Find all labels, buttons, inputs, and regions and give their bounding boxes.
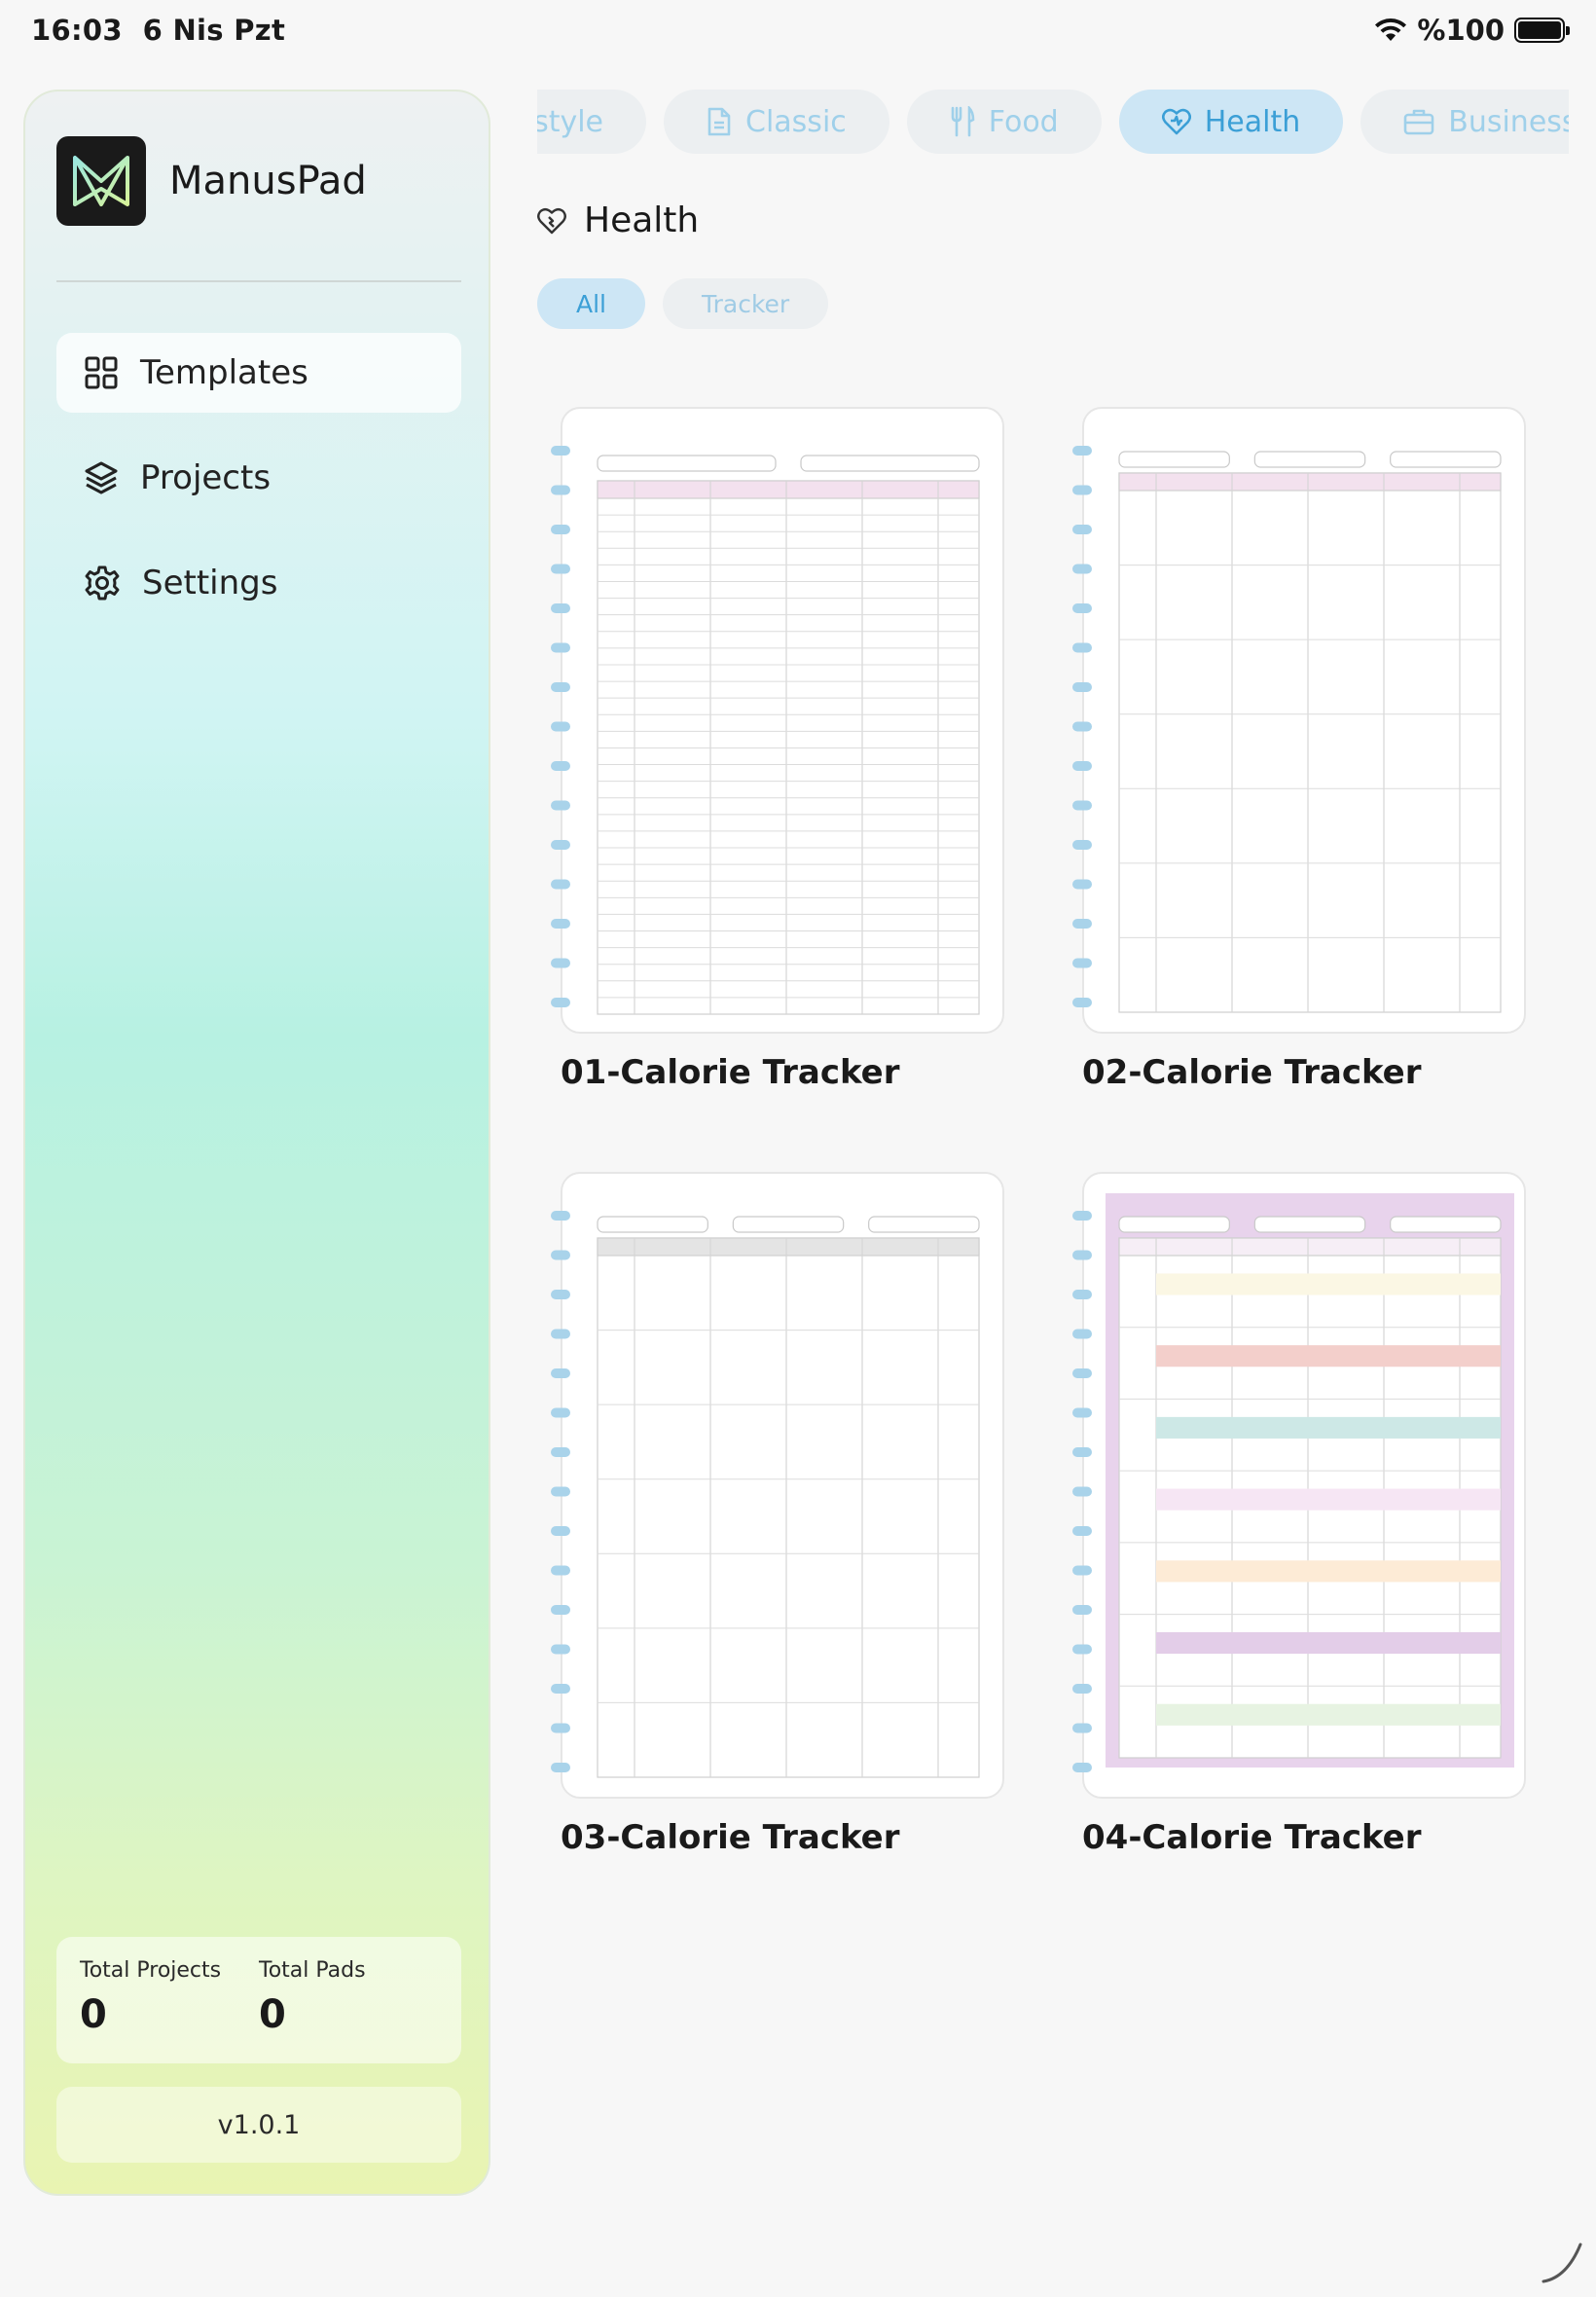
heart-pulse-icon: [1161, 108, 1191, 135]
category-label: Health: [1204, 104, 1301, 139]
category-bar: Lifestyle Classic Food Health Busin: [537, 90, 1569, 156]
template-title: 02-Calorie Tracker: [1082, 1053, 1422, 1092]
template-title: 04-Calorie Tracker: [1082, 1818, 1422, 1857]
template-thumbnail: [1072, 1172, 1526, 1799]
category-label: Lifestyle: [537, 104, 604, 139]
section-title-text: Health: [584, 201, 700, 240]
status-time: 16:03 6 Nis Pzt: [31, 14, 285, 47]
gear-icon: [85, 565, 120, 601]
template-preview: [551, 1211, 980, 1778]
category-chip-health[interactable]: Health: [1118, 90, 1344, 154]
sidebar-item-label: Projects: [140, 458, 272, 497]
sidebar: ManusPad Templates Projects Settings Tot…: [23, 90, 490, 2196]
status-date: 6 Nis Pzt: [142, 14, 286, 47]
cutlery-icon: [951, 106, 975, 137]
template-title: 01-Calorie Tracker: [561, 1053, 900, 1092]
category-label: Business: [1448, 104, 1569, 139]
sidebar-item-templates[interactable]: Templates: [56, 333, 461, 413]
battery-percent: %100: [1417, 14, 1505, 47]
template-thumbnail: [551, 407, 1004, 1034]
stat-label: Total Pads: [259, 1958, 366, 1983]
version-label: v1.0.1: [56, 2087, 461, 2163]
template-thumbnail: [551, 1172, 1004, 1799]
category-label: Classic: [745, 104, 847, 139]
heart-pulse-icon: [537, 207, 566, 234]
stat-value: 0: [259, 1992, 286, 2037]
template-title: 03-Calorie Tracker: [561, 1818, 900, 1857]
subfilter-all[interactable]: All: [537, 278, 645, 329]
category-chip-lifestyle[interactable]: Lifestyle: [537, 90, 647, 154]
brand: ManusPad: [56, 136, 367, 226]
subfilter-bar: All Tracker: [537, 278, 829, 329]
sidebar-item-settings[interactable]: Settings: [56, 543, 461, 623]
wifi-icon: [1375, 18, 1407, 41]
template-preview: [1072, 446, 1502, 1013]
section-title: Health: [537, 201, 699, 240]
document-icon: [707, 107, 731, 136]
status-indicators: %100: [1374, 14, 1570, 47]
category-chip-food[interactable]: Food: [906, 90, 1102, 154]
app-name: ManusPad: [169, 159, 367, 203]
category-track: Lifestyle Classic Food Health Busin: [537, 90, 1569, 154]
status-clock: 16:03: [31, 14, 123, 47]
category-chip-classic[interactable]: Classic: [664, 90, 889, 154]
sidebar-nav: Templates Projects Settings: [56, 333, 461, 648]
app-logo-icon: [56, 136, 146, 226]
battery-icon: [1514, 18, 1570, 43]
sidebar-item-label: Settings: [142, 564, 278, 602]
grid-icon: [85, 356, 118, 389]
sidebar-divider: [56, 280, 461, 282]
stats-panel: Total Projects 0 Total Pads 0: [56, 1937, 461, 2063]
layers-icon: [85, 461, 118, 494]
category-label: Food: [988, 104, 1059, 139]
resize-handle-icon[interactable]: [1538, 2239, 1586, 2287]
briefcase-icon: [1403, 109, 1434, 135]
status-bar: 16:03 6 Nis Pzt %100: [0, 0, 1596, 60]
subfilter-tracker[interactable]: Tracker: [663, 278, 829, 329]
stat-label: Total Projects: [80, 1958, 222, 1983]
category-chip-business[interactable]: Business: [1360, 90, 1569, 154]
sidebar-item-label: Templates: [140, 353, 308, 392]
template-preview: [1072, 1193, 1514, 1772]
stat-total-projects: Total Projects 0: [80, 1958, 259, 2042]
template-preview: [551, 446, 980, 1015]
stat-value: 0: [80, 1992, 107, 2037]
sidebar-item-projects[interactable]: Projects: [56, 438, 461, 518]
stat-total-pads: Total Pads 0: [259, 1958, 438, 2042]
template-thumbnail: [1072, 407, 1526, 1034]
